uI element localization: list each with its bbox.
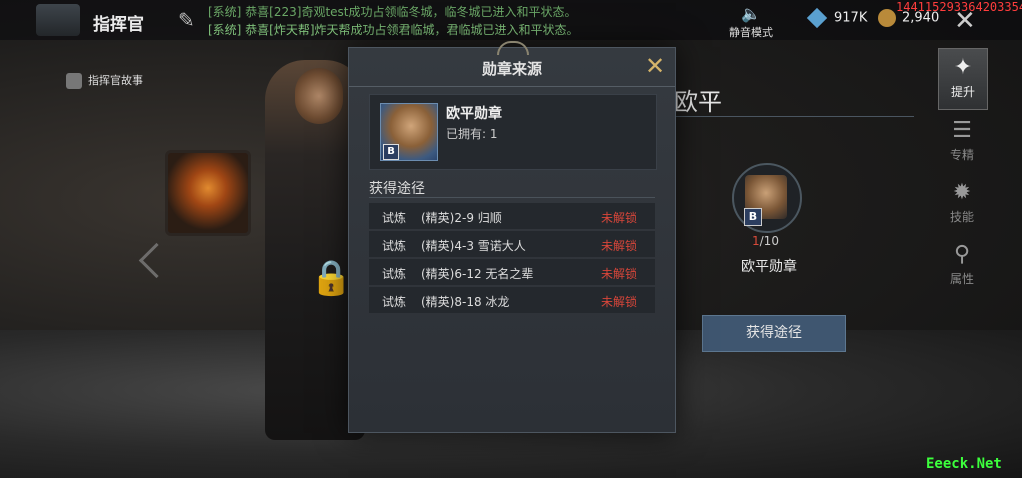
locked-status: 未解锁 xyxy=(600,239,637,253)
medal-source-dialog: 勋章来源 ✕ B 欧平勋章 已拥有: 1 获得途径 试炼 (精英)2-9 归顺 … xyxy=(348,41,676,433)
source-list: 试炼 (精英)2-9 归顺 未解锁 试炼 (精英)4-3 雪诺大人 未解锁 试炼… xyxy=(369,203,655,315)
locked-status: 未解锁 xyxy=(600,295,637,309)
speaker-icon: 🔈 xyxy=(741,4,761,23)
commander-story-button[interactable]: 指挥官故事 xyxy=(66,72,143,89)
medal-count-total: /10 xyxy=(759,234,779,248)
section-title: 获得途径 xyxy=(369,181,425,197)
locked-status: 未解锁 xyxy=(600,267,637,281)
chat-icon[interactable]: ✎ xyxy=(178,8,202,32)
medal-count: 1/10 xyxy=(752,234,779,248)
chat-message[interactable]: [系统] 恭喜[炸天帮]炸天帮成功占领君临城，君临城已进入和平状态。 xyxy=(208,21,579,38)
close-icon[interactable]: ✕ xyxy=(645,53,665,79)
source-stage: (精英)6-12 无名之辈 xyxy=(421,267,534,281)
source-type: 试炼 xyxy=(382,267,407,281)
medal-portrait: B xyxy=(380,103,438,161)
rarity-badge: B xyxy=(383,144,399,160)
source-type: 试炼 xyxy=(382,211,407,225)
gem-resource[interactable]: 917K xyxy=(806,7,868,29)
tab-label: 专精 xyxy=(949,148,974,162)
prev-arrow-icon[interactable] xyxy=(138,242,175,279)
watermark: Eeeck.Net xyxy=(926,456,1002,472)
gem-icon xyxy=(806,7,828,29)
mute-toggle[interactable]: 🔈 静音模式 xyxy=(726,4,776,40)
tab-label: 技能 xyxy=(949,210,974,224)
divider xyxy=(369,197,655,198)
book-icon: ☰ xyxy=(952,118,972,143)
tab-skill[interactable]: ✹ 技能 xyxy=(938,174,986,234)
source-row[interactable]: 试炼 (精英)6-12 无名之辈 未解锁 xyxy=(369,259,655,285)
attribute-icon: ⚲ xyxy=(953,242,971,267)
side-nav: ✦ 提升 ☰ 专精 ✹ 技能 ⚲ 属性 xyxy=(936,48,994,298)
tab-attribute[interactable]: ⚲ 属性 xyxy=(938,236,986,296)
source-type: 试炼 xyxy=(382,295,407,309)
hero-name: 欧平 xyxy=(674,88,722,116)
skill-icon: ✹ xyxy=(952,180,972,205)
owned-count: 已拥有: 1 xyxy=(446,127,498,141)
tab-label: 属性 xyxy=(949,272,974,286)
top-bar: 指挥官 ✎ [系统] 恭喜[223]奇观test成功占领临冬城，临冬城已进入和平… xyxy=(0,0,1022,40)
commander-head xyxy=(295,68,343,124)
medal-name: 欧平勋章 xyxy=(446,106,502,122)
source-type: 试炼 xyxy=(382,239,407,253)
tab-specialty[interactable]: ☰ 专精 xyxy=(938,112,986,172)
divider xyxy=(674,116,914,117)
source-stage: (精英)8-18 冰龙 xyxy=(421,295,510,309)
debug-id: 1441152933642033542 xyxy=(896,0,1022,14)
source-stage: (精英)2-9 归顺 xyxy=(421,211,502,225)
tab-upgrade[interactable]: ✦ 提升 xyxy=(938,48,988,110)
source-row[interactable]: 试炼 (精英)2-9 归顺 未解锁 xyxy=(369,203,655,229)
coin-icon xyxy=(878,9,896,27)
dialog-title: 勋章来源 xyxy=(481,60,542,78)
source-row[interactable]: 试炼 (精英)4-3 雪诺大人 未解锁 xyxy=(369,231,655,257)
page-title: 指挥官 xyxy=(93,15,144,35)
rarity-badge: B xyxy=(744,208,762,226)
back-icon[interactable] xyxy=(36,4,80,36)
medal-info-card: B 欧平勋章 已拥有: 1 xyxy=(369,94,657,170)
tab-label: 提升 xyxy=(950,85,975,99)
obtain-source-button[interactable]: 获得途径 xyxy=(702,315,846,352)
book-icon xyxy=(66,73,82,89)
story-label: 指挥官故事 xyxy=(88,74,143,87)
chat-message[interactable]: [系统] 恭喜[223]奇观test成功占领临冬城，临冬城已进入和平状态。 xyxy=(208,3,577,20)
medal-count-current: 1 xyxy=(752,234,760,248)
divider xyxy=(349,86,675,87)
locked-status: 未解锁 xyxy=(600,211,637,225)
source-row[interactable]: 试炼 (精英)8-18 冰龙 未解锁 xyxy=(369,287,655,313)
brazier-image xyxy=(165,150,251,236)
upgrade-icon: ✦ xyxy=(953,55,973,80)
mute-label: 静音模式 xyxy=(729,26,773,39)
gem-amount: 917K xyxy=(834,10,868,26)
source-stage: (精英)4-3 雪诺大人 xyxy=(421,239,526,253)
medal-label: 欧平勋章 xyxy=(741,259,797,275)
lock-icon: 🔒 xyxy=(310,258,353,298)
